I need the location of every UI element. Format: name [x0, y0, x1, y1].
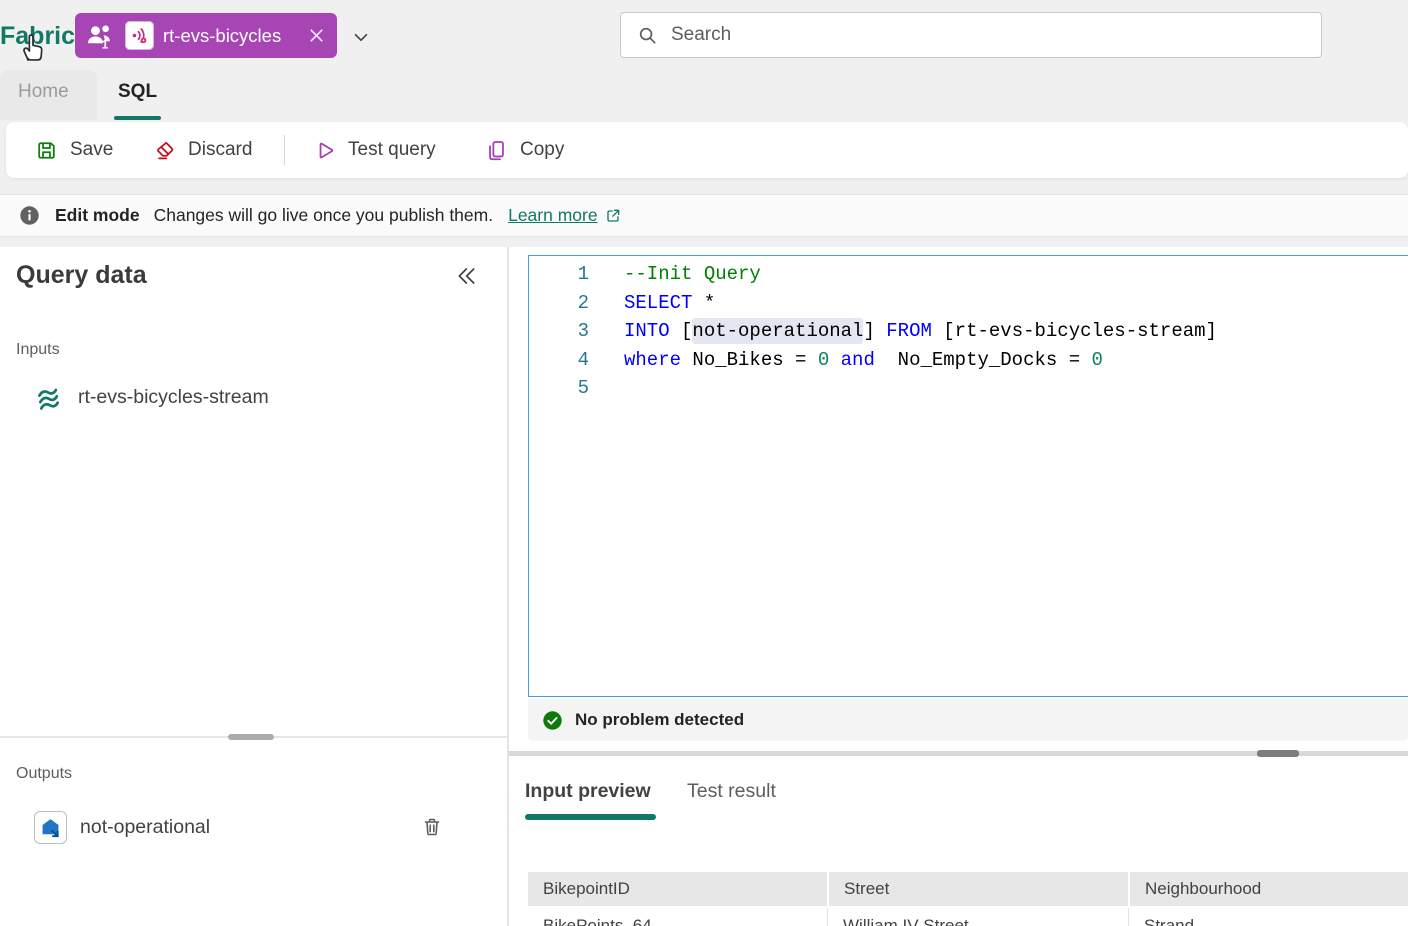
table-row: BikePoints_64 William IV Street Strand: [528, 906, 1408, 926]
toolbar-divider: [284, 135, 285, 165]
search-input[interactable]: Search: [620, 12, 1322, 58]
search-icon: [636, 24, 659, 47]
close-icon[interactable]: [306, 25, 327, 46]
tab-test-result[interactable]: Test result: [687, 780, 776, 803]
learn-more-link[interactable]: Learn more: [508, 205, 598, 226]
column-header[interactable]: BikepointID: [528, 872, 827, 906]
edit-mode-banner: Edit mode Changes will go live once you …: [0, 194, 1408, 237]
input-item-name: rt-evs-bicycles-stream: [78, 385, 269, 408]
query-data-title: Query data: [16, 261, 147, 289]
panel-vertical-divider: [507, 247, 509, 926]
check-circle-icon: [541, 709, 564, 732]
input-item-stream[interactable]: rt-evs-bicycles-stream: [0, 374, 507, 420]
workspace-pill-label: rt-evs-bicycles: [163, 24, 282, 46]
discard-eraser-icon: [152, 138, 177, 163]
column-header[interactable]: Neighbourhood: [1128, 872, 1408, 906]
discard-button-label: Discard: [188, 139, 253, 160]
table-cell: Strand: [1128, 908, 1408, 926]
inputs-section-label: Inputs: [16, 341, 60, 358]
workspace-people-icon: 1: [84, 21, 116, 51]
stream-icon: [34, 382, 65, 413]
tab-input-preview-active-indicator: [525, 814, 656, 820]
column-header[interactable]: Street: [827, 872, 1128, 906]
code-line: 4 where No_Bikes = 0 and No_Empty_Docks …: [529, 346, 1408, 375]
test-query-button[interactable]: Test query: [312, 122, 436, 178]
status-message: No problem detected: [575, 710, 745, 729]
tab-home[interactable]: Home: [18, 81, 69, 103]
copy-icon: [484, 138, 509, 163]
code-line: 1 --Init Query: [529, 260, 1408, 289]
code-line: 3 INTO [not-operational] FROM [rt-evs-bi…: [529, 317, 1408, 346]
play-icon: [312, 138, 337, 163]
workspace-pill[interactable]: 1 rt-evs-bicycles: [75, 13, 337, 58]
input-preview-table: BikepointID Street Neighbourhood BikePoi…: [528, 872, 1408, 926]
tab-sql[interactable]: SQL: [118, 81, 157, 103]
left-panel-resize-handle[interactable]: [228, 734, 274, 740]
line-number: 1: [577, 263, 589, 285]
table-cell: BikePoints_64: [543, 916, 652, 926]
highlighted-word: not-operational: [692, 320, 864, 343]
line-number: 5: [577, 377, 589, 400]
search-placeholder: Search: [671, 24, 732, 45]
delete-output-icon[interactable]: [420, 815, 444, 839]
save-icon: [34, 138, 59, 163]
table-cell: William IV Street: [827, 908, 1128, 926]
toolbar: Save Discard Test query Copy: [6, 122, 1408, 178]
sql-editor[interactable]: 1 --Init Query 2 SELECT * 3 INTO [not-op…: [528, 255, 1408, 697]
test-query-button-label: Test query: [348, 139, 436, 160]
code-line: 5: [529, 374, 1408, 403]
save-button-label: Save: [70, 139, 114, 160]
copy-button-label: Copy: [520, 139, 565, 160]
outputs-section-label: Outputs: [16, 765, 73, 782]
bottom-panel-resize-handle[interactable]: [1257, 750, 1299, 757]
mouse-cursor-icon: [15, 27, 49, 63]
tab-input-preview[interactable]: Input preview: [525, 780, 651, 803]
save-button[interactable]: Save: [34, 122, 113, 178]
line-number: 4: [577, 348, 589, 371]
svg-text:1: 1: [102, 37, 109, 50]
editor-status-bar: No problem detected: [528, 699, 1408, 741]
table-header-row: BikepointID Street Neighbourhood: [528, 872, 1408, 906]
discard-button[interactable]: Discard: [152, 122, 252, 178]
chevron-down-icon[interactable]: [350, 26, 372, 48]
external-link-icon: [603, 206, 623, 226]
lakehouse-icon: [34, 810, 67, 844]
collapse-panel-icon[interactable]: [452, 262, 480, 290]
code-line: 2 SELECT *: [529, 289, 1408, 318]
info-icon: [18, 204, 41, 227]
tab-sql-active-indicator: [114, 116, 161, 120]
banner-title: Edit mode: [55, 205, 140, 225]
eventstream-item-icon: [125, 21, 154, 50]
line-number: 2: [577, 291, 589, 314]
banner-message: Changes will go live once you publish th…: [153, 205, 494, 225]
copy-button[interactable]: Copy: [484, 122, 564, 178]
output-item-name: not-operational: [80, 815, 211, 838]
line-number: 3: [577, 320, 589, 343]
